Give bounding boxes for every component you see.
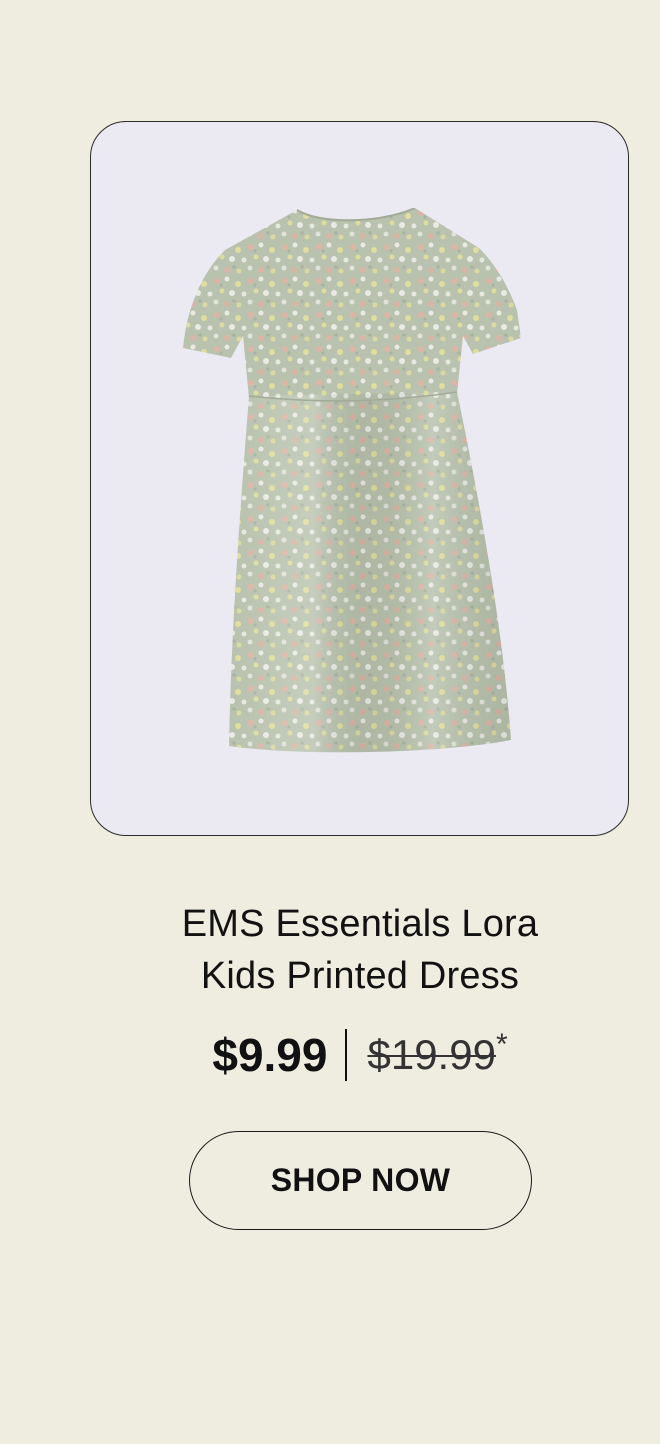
sale-price: $9.99 [212, 1029, 328, 1081]
product-image-card[interactable] [90, 121, 629, 836]
product-title[interactable]: EMS Essentials Lora Kids Printed Dress [60, 898, 660, 1002]
product-title-line-1: EMS Essentials Lora [181, 903, 539, 945]
dress-product-image [183, 208, 521, 753]
shop-now-button[interactable]: SHOP NOW [189, 1131, 532, 1230]
price-footnote-marker: * [495, 1028, 508, 1061]
product-title-line-2: Kids Printed Dress [200, 955, 520, 997]
original-price: $19.99 [367, 1031, 496, 1078]
price-row: $9.99 $19.99 * [60, 1020, 660, 1090]
price-divider [345, 1029, 348, 1081]
